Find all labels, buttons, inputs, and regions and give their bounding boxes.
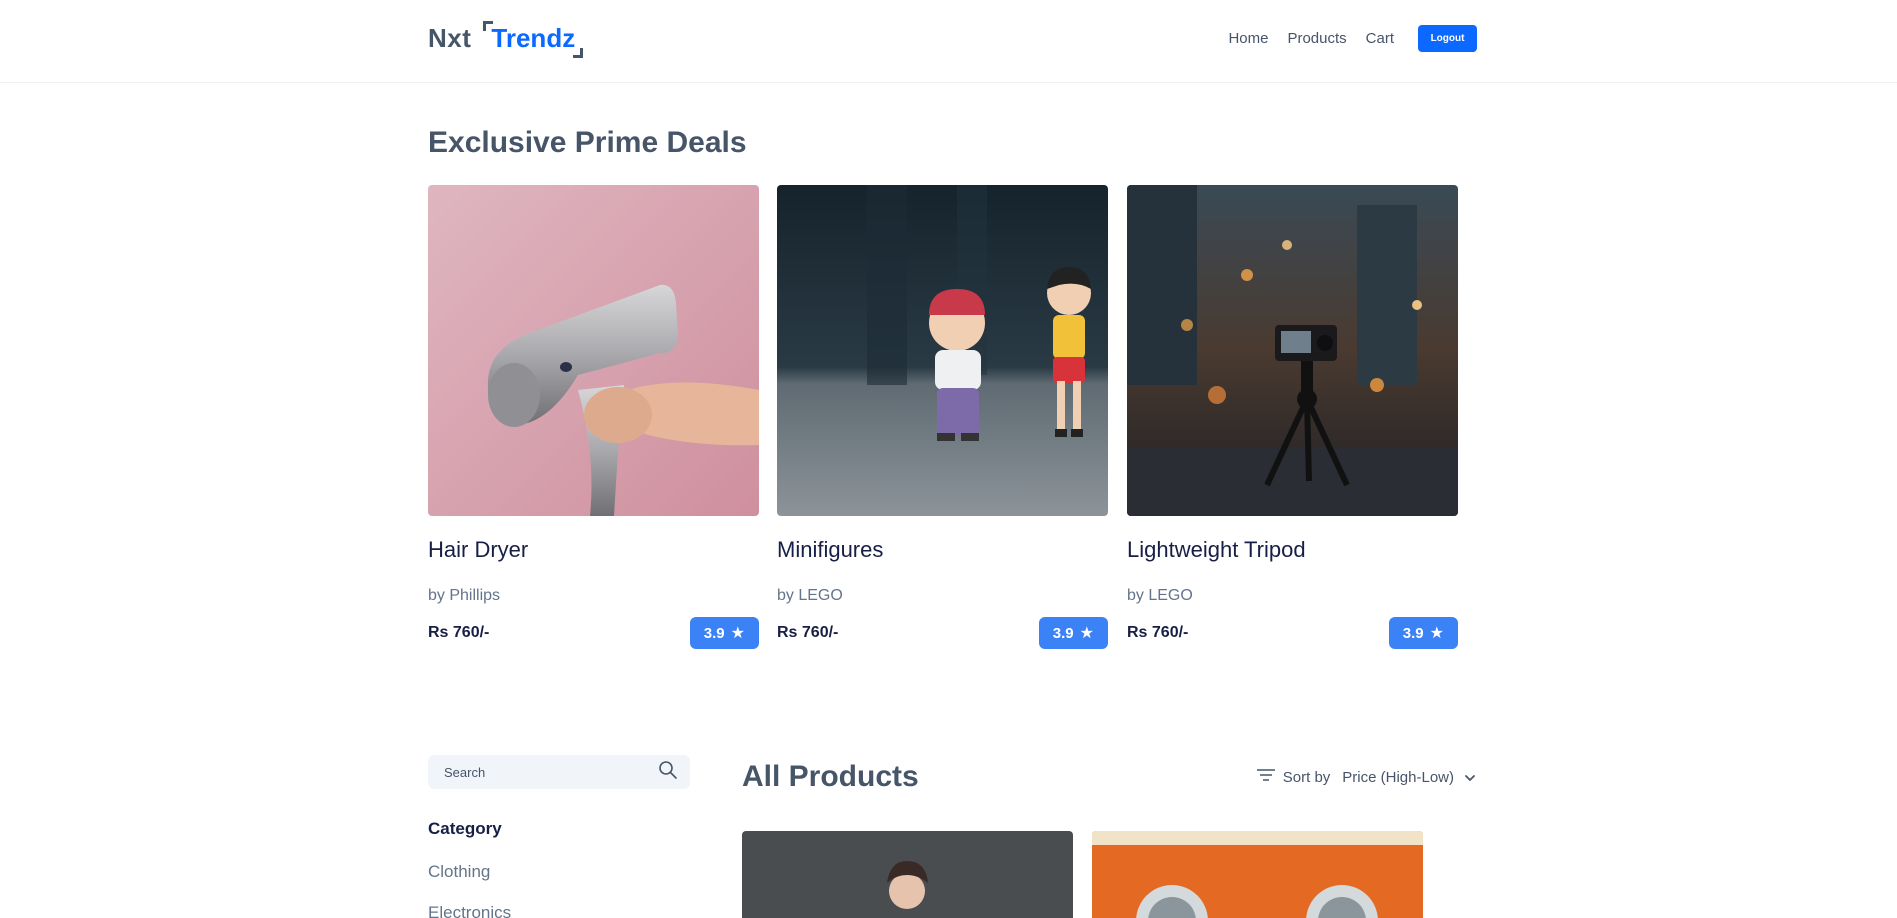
- tripod-image: [1127, 185, 1458, 516]
- search-icon[interactable]: [658, 760, 678, 785]
- rating-value: 3.9: [1052, 624, 1074, 642]
- deal-price: Rs 760/-: [777, 624, 839, 641]
- hair-dryer-image: [428, 185, 759, 516]
- star-icon: ★: [730, 625, 745, 642]
- sort-control[interactable]: Sort by Price (High-Low): [1256, 768, 1476, 786]
- prime-deals-heading: Exclusive Prime Deals: [428, 126, 747, 159]
- deal-price: Rs 760/-: [1127, 624, 1189, 641]
- rating-value: 3.9: [703, 624, 725, 642]
- deal-price: Rs 760/-: [428, 624, 490, 641]
- logo-text-trendz: Trendz: [491, 22, 576, 53]
- deal-name: Lightweight Tripod: [1127, 537, 1306, 562]
- category-heading: Category: [428, 819, 502, 838]
- star-icon: ★: [1429, 625, 1444, 642]
- nav-link-products[interactable]: Products: [1287, 30, 1346, 47]
- sort-select-value[interactable]: Price (High-Low): [1342, 769, 1454, 786]
- category-item-electronics[interactable]: Electronics: [428, 903, 511, 918]
- deal-card[interactable]: Minifigures by LEGO Rs 760/- 3.9 ★: [777, 185, 1108, 649]
- minifigures-image: [777, 185, 1108, 516]
- rating-badge: 3.9 ★: [689, 617, 759, 649]
- sort-label: Sort by: [1282, 768, 1331, 786]
- nav-links: Home Products Cart Logout: [1209, 25, 1477, 52]
- nav-link-home[interactable]: Home: [1228, 30, 1268, 47]
- deal-name: Minifigures: [777, 537, 884, 562]
- deal-footer: Rs 760/- 3.9 ★: [777, 617, 1108, 649]
- deal-card[interactable]: Hair Dryer by Phillips Rs 760/- 3.9 ★: [428, 185, 759, 649]
- nav-link-cart[interactable]: Cart: [1366, 30, 1394, 47]
- deal-card[interactable]: Lightweight Tripod by LEGO Rs 760/- 3.9 …: [1127, 185, 1458, 649]
- logo-text-nxt: Nxt: [428, 22, 472, 53]
- logo-bracket-top-left: [483, 20, 494, 31]
- logo-trendz-frame: Trendz: [483, 20, 584, 58]
- all-products-heading: All Products: [742, 760, 919, 793]
- deal-name: Hair Dryer: [428, 537, 529, 562]
- site-logo[interactable]: Nxt Trendz: [428, 18, 584, 58]
- deal-brand: by Phillips: [428, 587, 501, 604]
- deal-brand: by LEGO: [1127, 587, 1193, 604]
- category-item-clothing[interactable]: Clothing: [428, 862, 490, 882]
- product-image: [1092, 831, 1423, 918]
- deal-footer: Rs 760/- 3.9 ★: [428, 617, 759, 649]
- star-icon: ★: [1079, 625, 1094, 642]
- sort-lines-icon: [1256, 768, 1275, 786]
- product-card[interactable]: [742, 831, 1073, 918]
- deal-footer: Rs 760/- 3.9 ★: [1127, 617, 1458, 649]
- top-navbar: Nxt Trendz Home Products Cart Logout: [0, 0, 1897, 83]
- rating-badge: 3.9 ★: [1038, 617, 1108, 649]
- rating-badge: 3.9 ★: [1388, 617, 1458, 649]
- chevron-down-icon[interactable]: [1464, 769, 1476, 786]
- search-bar: [428, 755, 690, 789]
- product-image: [742, 831, 1073, 918]
- search-input[interactable]: [444, 764, 658, 780]
- rating-value: 3.9: [1402, 624, 1424, 642]
- logo-bracket-bottom-right: [573, 47, 584, 58]
- logout-button[interactable]: Logout: [1418, 25, 1477, 52]
- deal-brand: by LEGO: [777, 587, 843, 604]
- product-card[interactable]: [1092, 831, 1423, 918]
